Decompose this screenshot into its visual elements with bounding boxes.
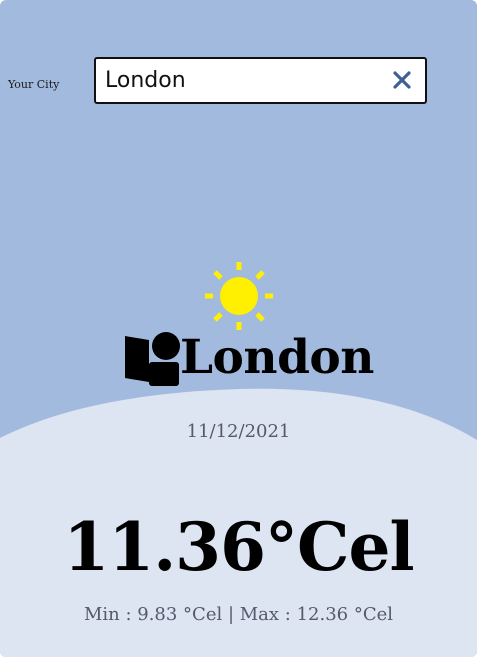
close-icon (393, 71, 411, 89)
location-person-icon (125, 332, 180, 386)
city-label: Your City (8, 78, 60, 91)
weather-card: Your City London 11/12/2021 1 (0, 0, 477, 657)
city-title: London (0, 322, 477, 402)
temperature-text: 11.36°Cel (63, 508, 414, 586)
clear-search-button[interactable] (389, 67, 415, 93)
sun-icon (205, 262, 273, 330)
search-box[interactable] (94, 57, 427, 104)
city-search-input[interactable] (96, 59, 385, 102)
min-max-text: Min : 9.83 °Cel | Max : 12.36 °Cel (83, 604, 394, 625)
date-text: 11/12/2021 (186, 421, 291, 442)
city-name: London (180, 330, 374, 385)
